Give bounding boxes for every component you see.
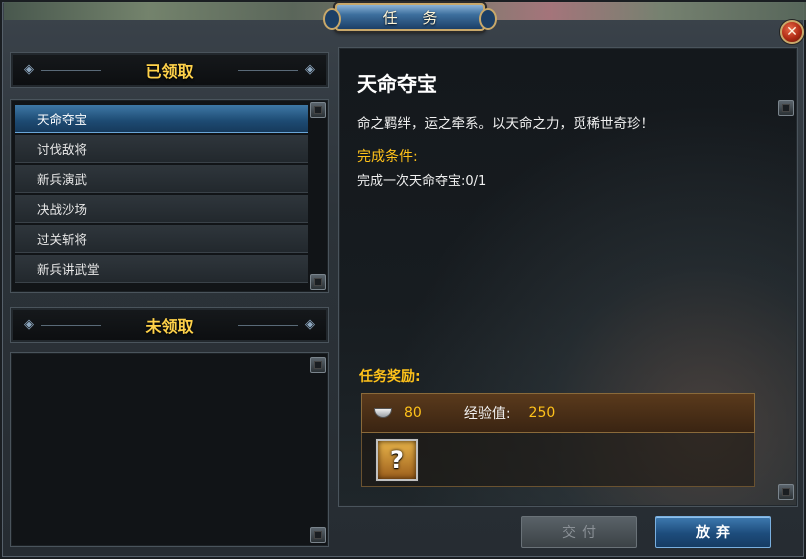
quest-list-item[interactable]: 新兵讲武堂 bbox=[15, 255, 308, 283]
window-title: 任 务 bbox=[323, 3, 497, 31]
unreceived-section-header: ◈ 未领取 ◈ bbox=[10, 307, 329, 343]
quest-list-item[interactable]: 决战沙场 bbox=[15, 195, 308, 223]
scroll-up-button[interactable] bbox=[310, 102, 326, 118]
quest-description: 命之羁绊，运之牵系。以天命之力，觅稀世奇珍！ bbox=[357, 116, 654, 132]
unreceived-quest-list bbox=[10, 352, 329, 547]
mystery-chest-icon[interactable]: ? bbox=[376, 439, 418, 481]
reward-items-box: ? bbox=[361, 433, 755, 487]
silver-reward-value: 80 bbox=[404, 405, 422, 421]
abandon-button[interactable]: 放弃 bbox=[655, 516, 771, 548]
exp-reward-value: 250 bbox=[528, 405, 556, 421]
quest-list-item[interactable]: 过关斩将 bbox=[15, 225, 308, 253]
deliver-button[interactable]: 交付 bbox=[521, 516, 637, 548]
scroll-up-icon bbox=[314, 106, 322, 114]
scroll-down-button[interactable] bbox=[310, 527, 326, 543]
received-section-header: ◈ 已领取 ◈ bbox=[10, 52, 329, 88]
quest-title: 天命夺宝 bbox=[357, 72, 437, 96]
received-items-container: 天命夺宝 讨伐敌将 新兵演武 决战沙场 过关斩将 新兵讲武堂 bbox=[15, 105, 308, 285]
quest-list-item[interactable]: 天命夺宝 bbox=[15, 105, 308, 133]
scroll-down-button[interactable] bbox=[778, 484, 794, 500]
quest-list-item[interactable]: 新兵演武 bbox=[15, 165, 308, 193]
scroll-down-button[interactable] bbox=[310, 274, 326, 290]
condition-label: 完成条件: bbox=[357, 149, 418, 165]
scroll-down-icon bbox=[314, 531, 322, 539]
unreceived-header-label: 未领取 bbox=[145, 317, 194, 336]
ornament-icon: ◈ bbox=[24, 317, 34, 332]
divider bbox=[238, 70, 298, 71]
ornament-icon: ◈ bbox=[305, 62, 315, 77]
divider bbox=[238, 325, 298, 326]
silver-ingot-icon bbox=[374, 408, 392, 418]
scroll-up-icon bbox=[314, 361, 322, 369]
received-quest-list: 天命夺宝 讨伐敌将 新兵演武 决战沙场 过关斩将 新兵讲武堂 bbox=[10, 99, 329, 293]
scroll-up-icon bbox=[782, 104, 790, 112]
scroll-up-button[interactable] bbox=[778, 100, 794, 116]
close-button[interactable]: ✕ bbox=[780, 20, 804, 44]
scroll-up-button[interactable] bbox=[310, 357, 326, 373]
detail-scrollbar[interactable] bbox=[778, 100, 794, 500]
divider bbox=[41, 70, 101, 71]
received-header-label: 已领取 bbox=[145, 62, 194, 81]
reward-summary-row: 80 经验值: 250 bbox=[361, 393, 755, 433]
received-scrollbar[interactable] bbox=[310, 102, 326, 290]
ornament-icon: ◈ bbox=[24, 62, 34, 77]
scroll-down-icon bbox=[314, 278, 322, 286]
unreceived-scrollbar[interactable] bbox=[310, 357, 326, 543]
divider bbox=[41, 325, 101, 326]
quest-window: 任 务 ✕ ◈ 已领取 ◈ 天命夺宝 讨伐敌将 新兵演武 决战沙场 过关斩将 新兵讲武堂 … bbox=[0, 0, 806, 559]
quest-detail-panel: 天命夺宝 命之羁绊，运之牵系。以天命之力，觅稀世奇珍！ 完成条件: 完成一次天命… bbox=[338, 47, 798, 507]
scroll-down-icon bbox=[782, 488, 790, 496]
ornament-icon: ◈ bbox=[305, 317, 315, 332]
exp-label: 经验值: bbox=[463, 406, 511, 422]
quest-list-item[interactable]: 讨伐敌将 bbox=[15, 135, 308, 163]
condition-progress: 完成一次天命夺宝:0/1 bbox=[357, 174, 487, 189]
reward-label: 任务奖励: bbox=[359, 369, 421, 385]
